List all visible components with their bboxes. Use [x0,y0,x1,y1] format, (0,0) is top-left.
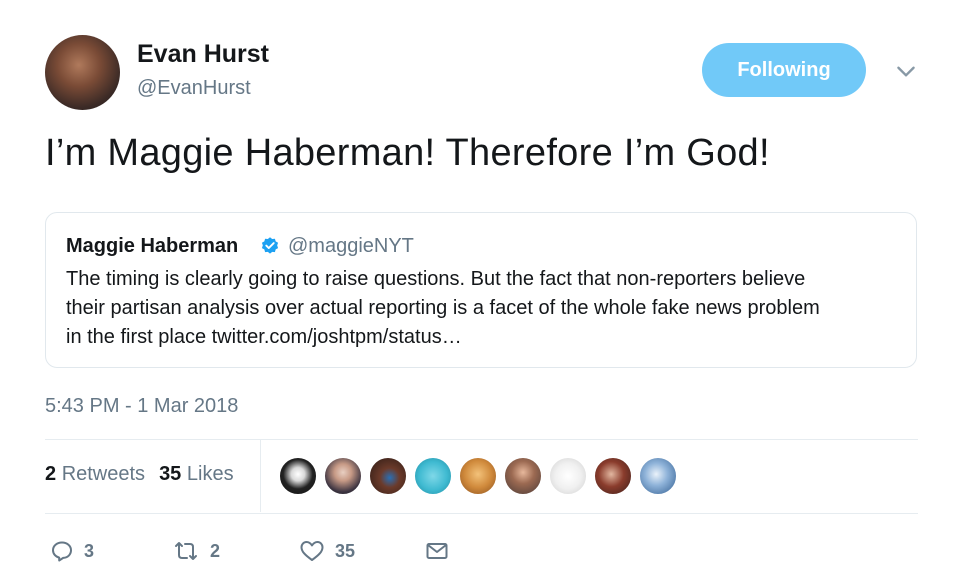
likes-stat[interactable]: 35 Likes [159,463,234,485]
reply-button[interactable]: 3 [50,534,94,568]
quoted-author-name[interactable]: Maggie Haberman [66,235,238,258]
liker-avatar[interactable] [548,456,588,496]
liker-avatar[interactable] [638,456,678,496]
retweet-icon [175,542,197,560]
quoted-line: their partisan analysis over actual repo… [66,297,820,319]
verified-badge-icon [261,237,279,254]
following-button[interactable]: Following [702,43,866,97]
reply-count: 3 [84,540,95,561]
quoted-tweet-text: The timing is clearly going to raise que… [66,265,906,352]
liker-avatar[interactable] [323,456,363,496]
retweets-stat[interactable]: 2 Retweets [45,463,145,485]
retweet-count: 2 [210,540,221,561]
engagement-stats: 2 Retweets 35 Likes [45,463,234,486]
retweet-button[interactable]: 2 [172,534,220,568]
envelope-icon [426,543,448,559]
liker-avatar[interactable] [413,456,453,496]
author-avatar[interactable] [45,35,120,110]
direct-message-button[interactable] [425,534,459,568]
quoted-line: The timing is clearly going to raise que… [66,268,806,290]
likers-avatars [278,456,683,496]
like-button[interactable]: 35 [299,534,355,568]
quoted-line[interactable]: in the first place twitter.com/joshtpm/s… [66,323,906,352]
tweet-timestamp[interactable]: 5:43 PM - 1 Mar 2018 [45,395,238,418]
liker-avatar[interactable] [503,456,543,496]
quoted-author-handle[interactable]: @maggieNYT [288,235,414,258]
author-name[interactable]: Evan Hurst [137,40,269,69]
liker-avatar[interactable] [593,456,633,496]
liker-avatar[interactable] [458,456,498,496]
tweet-text: I’m Maggie Haberman! Therefore I’m God! [45,132,770,174]
chevron-down-icon[interactable] [893,58,919,84]
liker-avatar[interactable] [278,456,318,496]
like-count: 35 [335,540,356,561]
quoted-tweet-card[interactable]: Maggie Haberman @maggieNYT The timing is… [45,212,917,368]
divider [45,439,918,440]
liker-avatar[interactable] [368,456,408,496]
reply-icon [52,541,72,562]
author-handle[interactable]: @EvanHurst [137,77,251,100]
stats-divider [260,440,261,512]
divider [45,513,918,514]
heart-icon [300,541,324,561]
